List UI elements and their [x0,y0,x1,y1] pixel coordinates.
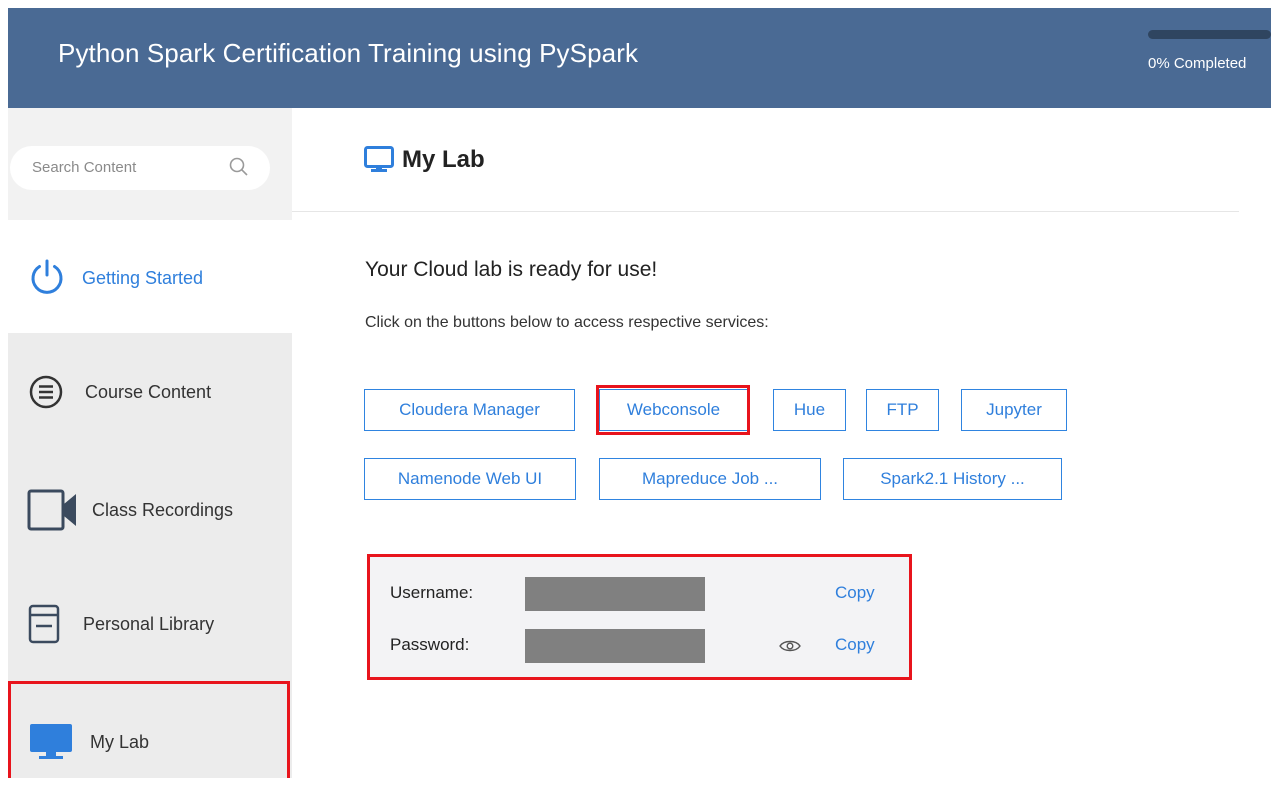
copy-password-button[interactable]: Copy [835,635,875,655]
sidebar: Getting Started Course Content Class Rec… [8,108,292,778]
sidebar-item-class-recordings[interactable]: Class Recordings [8,452,292,565]
my-lab-highlight-box [8,681,290,778]
password-value-masked [525,629,705,663]
search-box[interactable] [10,146,270,190]
spark-history-button[interactable]: Spark2.1 History ... [843,458,1062,500]
course-title: Python Spark Certification Training usin… [58,38,639,68]
book-icon [28,604,60,644]
search-area [8,108,292,220]
sidebar-item-course-content[interactable]: Course Content [8,336,292,449]
cloudera-manager-button[interactable]: Cloudera Manager [364,389,575,431]
username-label: Username: [390,583,474,602]
password-label: Password: [390,635,470,654]
progress-bar [1148,30,1271,39]
search-input[interactable] [30,158,224,177]
credentials-panel: Username: Copy Password: Copy [367,554,912,680]
progress-text: 0% Completed [1148,55,1247,72]
sidebar-item-personal-library[interactable]: Personal Library [8,568,292,681]
top-header: Python Spark Certification Training usin… [8,8,1271,108]
namenode-web-ui-button[interactable]: Namenode Web UI [364,458,576,500]
sidebar-item-label: Getting Started [82,268,204,288]
hue-button[interactable]: Hue [773,389,846,431]
lab-ready-message: Your Cloud lab is ready for use! [365,258,658,281]
mapreduce-job-button[interactable]: Mapreduce Job ... [599,458,821,500]
monitor-icon [364,146,394,172]
sidebar-item-label: Course Content [85,382,212,402]
username-value-masked [525,577,705,611]
video-camera-icon [27,489,76,531]
main-header: My Lab [292,108,1239,212]
ftp-button[interactable]: FTP [866,389,939,431]
sidebar-item-getting-started[interactable]: Getting Started [8,220,292,333]
webconsole-highlight-box [596,385,750,435]
search-icon[interactable] [228,156,250,178]
lab-instructions: Click on the buttons below to access res… [365,314,769,331]
list-icon [29,375,63,409]
sidebar-item-label: Class Recordings [92,500,234,520]
power-icon [31,259,63,294]
eye-icon[interactable] [779,639,801,653]
copy-username-button[interactable]: Copy [835,583,875,603]
jupyter-button[interactable]: Jupyter [961,389,1067,431]
sidebar-item-label: Personal Library [83,614,215,634]
page-title: My Lab [402,146,485,173]
